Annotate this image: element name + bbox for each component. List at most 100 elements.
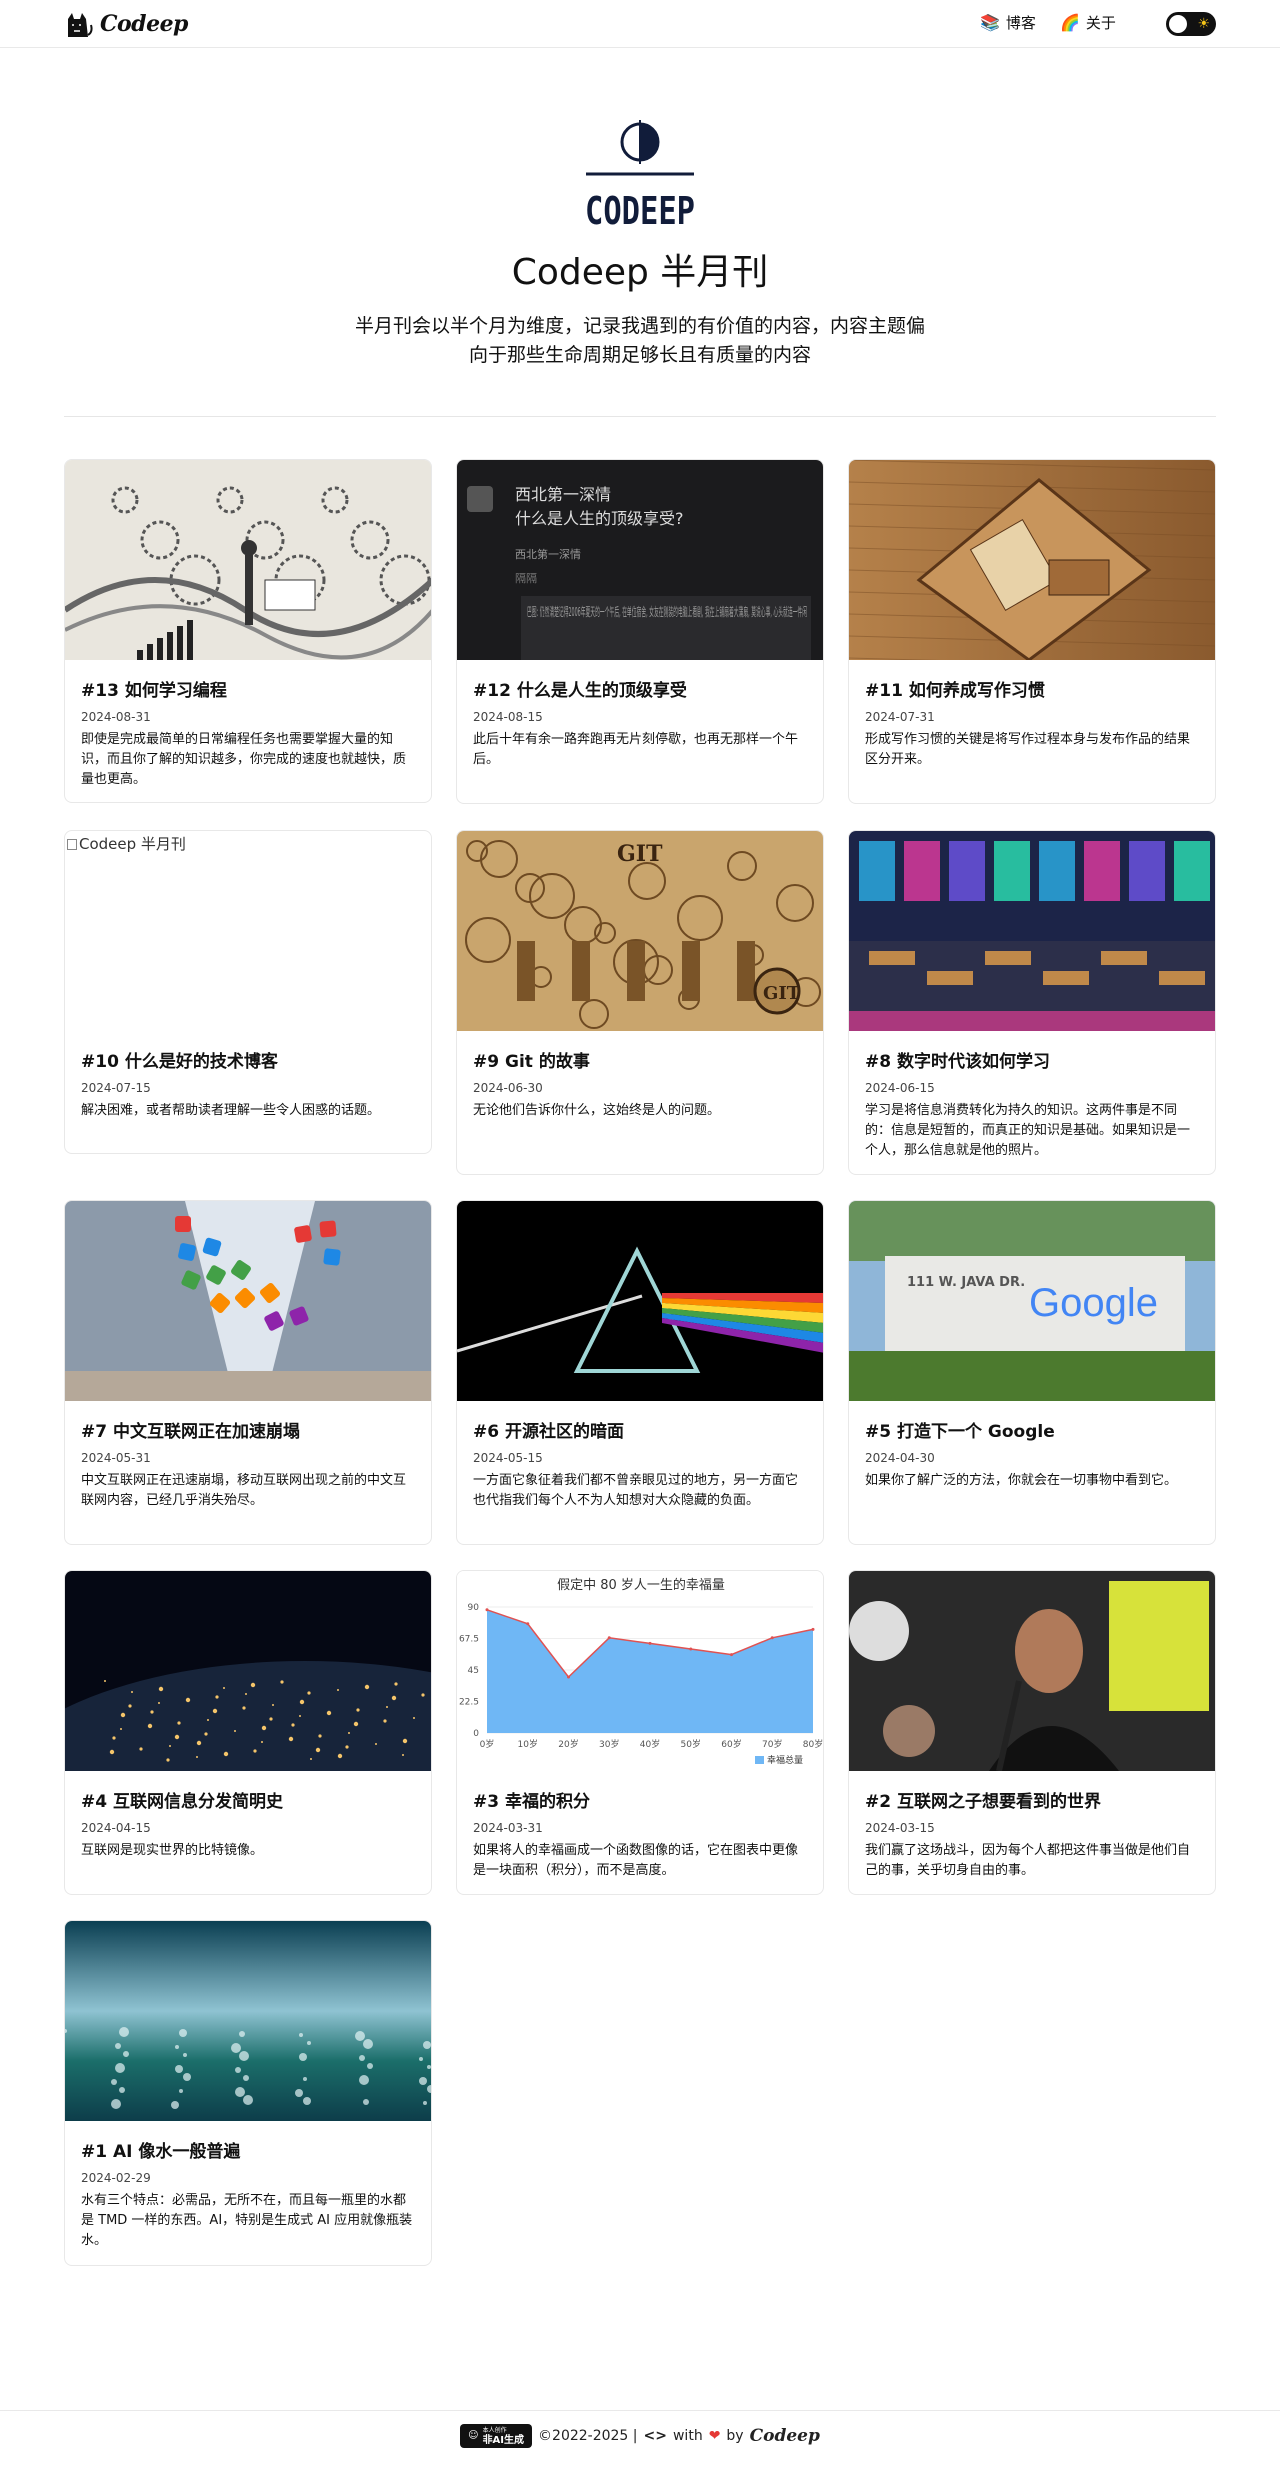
post-card-body: #8 数字时代该如何学习 2024-06-15 学习是将信息消费转化为持久的知识。这… [849,1031,1215,1174]
post-date: 2024-05-31 [81,1451,151,1465]
x-tick-label: 50岁 [681,1738,701,1750]
post-date: 2024-03-15 [865,1821,935,1835]
post-title[interactable]: #3 幸福的积分 [473,1787,807,1812]
post-summary: 如果将人的幸福画成一个函数图像的话，它在图表中更像是一块面积（积分），而不是高度… [473,1843,799,1878]
post-card[interactable]: #13 如何学习编程 2024-08-31 即使是完成最简单的日常编程任务也需要掌握… [64,459,432,803]
human-made-badge[interactable]: ☺ 本人创作 非AI生成 [460,2424,533,2448]
post-thumbnail[interactable]: 假定中 80 岁人一生的幸福量 0 22.5 45 67.5 90 0岁 10岁 20岁 30岁 4… [457,1571,823,1771]
y-tick-label: 0 [473,1729,479,1739]
post-title[interactable]: #4 互联网信息分发简明史 [81,1787,415,1812]
post-card-body: #6 开源社区的暗面 2024-05-15 一方面它象征着我们都不曾亲眼见过的地方，… [457,1401,823,1525]
post-thumbnail[interactable] [65,460,431,660]
post-thumbnail[interactable]: 111 W. JAVA DR. Google [849,1201,1215,1401]
data-point [730,1653,733,1657]
post-title[interactable]: #12 什么是人生的顶级享受 [473,676,807,701]
page-description: 半月刊会以半个月为维度，记录我遇到的有价值的内容，内容主题偏向于那些生命周期足够… [354,315,925,366]
thumbnail-art [849,831,1215,1031]
post-summary: 无论他们告诉你什么，这始终是人的问题。 [473,1103,721,1118]
badge-label: 非AI生成 [482,2435,525,2446]
broken-image-icon [67,839,77,850]
with-text: with [672,2428,703,2444]
theme-toggle[interactable]: ☀ [1166,12,1216,36]
brand-name: Codeep [100,11,188,37]
post-card[interactable]: #11 如何养成写作习惯 2024-07-31 形成写作习惯的关键是将写作过程本身与… [848,459,1216,804]
post-card[interactable]: 西北第一深情 什么是人生的顶级享受? 西北第一深情 隔隔 巴图: 仍然清楚记得2006年… [456,459,824,804]
thumbnail-art: 西北第一深情什么是人生的顶级享受?西北第一深情隔隔巴图: 仍然清楚记得2006年… [457,460,823,660]
post-title[interactable]: #2 互联网之子想要看到的世界 [865,1787,1199,1812]
post-date: 2024-03-31 [473,1821,543,1835]
nav-blog-link[interactable]: 📚 博客 [980,12,1036,33]
post-date: 2024-08-31 [81,710,151,724]
sign-address: 111 W. JAVA DR. [907,1275,1025,1290]
post-title[interactable]: #5 打造下一个 Google [865,1417,1199,1442]
post-card-body: #1 AI 像水一般普遍 2024-02-29 水有三个特点：必需品，无所不在，而且… [65,2121,431,2265]
nav-about-label: 关于 [1085,14,1116,32]
post-summary: 我们赢了这场战斗，因为每个人都把这件事当做是他们自己的事，关乎切身自由的事。 [865,1843,1191,1878]
post-summary: 水有三个特点：必需品，无所不在，而且每一瓶里的水都是 TMD 一样的东西。AI，… [81,2193,413,2248]
post-summary: 即使是完成最简单的日常编程任务也需要掌握大量的知识，而且你了解的知识越多，你完成… [81,732,407,787]
post-date: 2024-02-29 [81,2171,151,2185]
post-title[interactable]: #7 中文互联网正在加速崩塌 [81,1417,415,1442]
post-card[interactable]: #7 中文互联网正在加速崩塌 2024-05-31 中文互联网正在迅速崩塌，移动互联… [64,1200,432,1545]
post-card[interactable]: #6 开源社区的暗面 2024-05-15 一方面它象征着我们都不曾亲眼见过的地方，… [456,1200,824,1545]
post-summary: 中文互联网正在迅速崩塌，移动互联网出现之前的中文互联网内容，已经几乎消失殆尽。 [81,1473,407,1508]
footer: ☺ 本人创作 非AI生成 ©2022-2025 | <> with ❤ by C… [0,2424,1280,2448]
post-thumbnail[interactable]: 西北第一深情 什么是人生的顶级享受? 西北第一深情 隔隔 巴图: 仍然清楚记得2006年… [457,460,823,660]
post-summary: 一方面它象征着我们都不曾亲眼见过的地方，另一方面它也代指我们每个人不为人知想对大… [473,1473,799,1508]
sun-icon: ☀ [1197,16,1210,32]
footer-divider [0,2410,1280,2411]
post-card-body: #3 幸福的积分 2024-03-31 如果将人的幸福画成一个函数图像的话，它在图表… [457,1771,823,1894]
post-date: 2024-07-31 [865,710,935,724]
x-tick-label: 20岁 [558,1738,578,1750]
post-title[interactable]: #6 开源社区的暗面 [473,1417,807,1442]
codeep-logo: CODEEP [585,120,695,233]
x-tick-label: 70岁 [762,1738,782,1750]
post-card-body: #5 打造下一个 Google 2024-04-30 如果你了解广泛的方法，你就会在… [849,1401,1215,1505]
post-title[interactable]: #1 AI 像水一般普遍 [81,2137,415,2162]
footer-brand[interactable]: Codeep [750,2426,820,2446]
post-card[interactable]: GIT GIT #9 Git 的故事 2024-06-30 无论他们告诉你什么，这始终是… [456,830,824,1175]
smile-icon: ☺ [468,2430,479,2441]
post-thumbnail[interactable] [849,831,1215,1031]
post-thumbnail[interactable] [65,1921,431,2121]
thumbnail-art [849,460,1215,660]
brand-link[interactable]: Codeep [64,9,188,39]
post-thumbnail[interactable] [849,460,1215,660]
post-title[interactable]: #13 如何学习编程 [81,676,415,701]
post-title[interactable]: #11 如何养成写作习惯 [865,676,1199,701]
toggle-knob [1169,15,1187,33]
post-card[interactable]: 假定中 80 岁人一生的幸福量 0 22.5 45 67.5 90 0岁 10岁 20岁 30岁 4… [456,1570,824,1895]
post-thumbnail[interactable]: Codeep 半月刊 [65,831,431,1031]
post-title[interactable]: #8 数字时代该如何学习 [865,1047,1199,1072]
post-thumbnail[interactable] [65,1201,431,1401]
post-card[interactable]: #1 AI 像水一般普遍 2024-02-29 水有三个特点：必需品，无所不在，而且… [64,1920,432,2266]
thumbnail-art [65,1921,431,2121]
post-thumbnail[interactable] [457,1201,823,1401]
thumbnail-text: 西北第一深情 [515,485,611,504]
post-summary: 形成写作习惯的关键是将写作过程本身与发布作品的结果区分开来。 [865,732,1191,767]
nav-about-link[interactable]: 🌈 关于 [1060,12,1116,33]
google-sign-logo: Google [1029,1281,1158,1325]
post-card[interactable]: #2 互联网之子想要看到的世界 2024-03-15 我们赢了这场战斗，因为每个人都… [848,1570,1216,1895]
x-tick-label: 60岁 [721,1738,741,1750]
y-tick-label: 45 [468,1666,479,1676]
post-thumbnail[interactable]: GIT GIT [457,831,823,1031]
post-card[interactable]: Codeep 半月刊 #10 什么是好的技术博客 2024-07-15 解决困难，或者… [64,830,432,1154]
post-title[interactable]: #9 Git 的故事 [473,1047,807,1072]
thumbnail-text: 隔隔 [515,572,537,585]
heart-icon: ❤ [708,2428,721,2444]
post-card[interactable]: #8 数字时代该如何学习 2024-06-15 学习是将信息消费转化为持久的知识。这… [848,830,1216,1175]
post-title[interactable]: #10 什么是好的技术博客 [81,1047,415,1072]
post-thumbnail[interactable] [849,1571,1215,1771]
post-thumbnail[interactable] [65,1571,431,1771]
x-tick-label: 40岁 [640,1738,660,1750]
data-point [811,1627,815,1631]
post-card-body: #13 如何学习编程 2024-08-31 即使是完成最简单的日常编程任务也需要掌握… [65,660,431,802]
data-point [648,1641,652,1645]
post-card[interactable]: #4 互联网信息分发简明史 2024-04-15 互联网是现实世界的比特镜像。 [64,1570,432,1895]
chart-title: 假定中 80 岁人一生的幸福量 [557,1577,725,1593]
thumbnail-art [65,460,431,660]
post-card-body: #10 什么是好的技术博客 2024-07-15 解决困难，或者帮助读者理解一些令人… [65,1031,431,1135]
cat-logo-icon [68,13,93,37]
post-card[interactable]: 111 W. JAVA DR. Google #5 打造下一个 Google 2024… [848,1200,1216,1545]
